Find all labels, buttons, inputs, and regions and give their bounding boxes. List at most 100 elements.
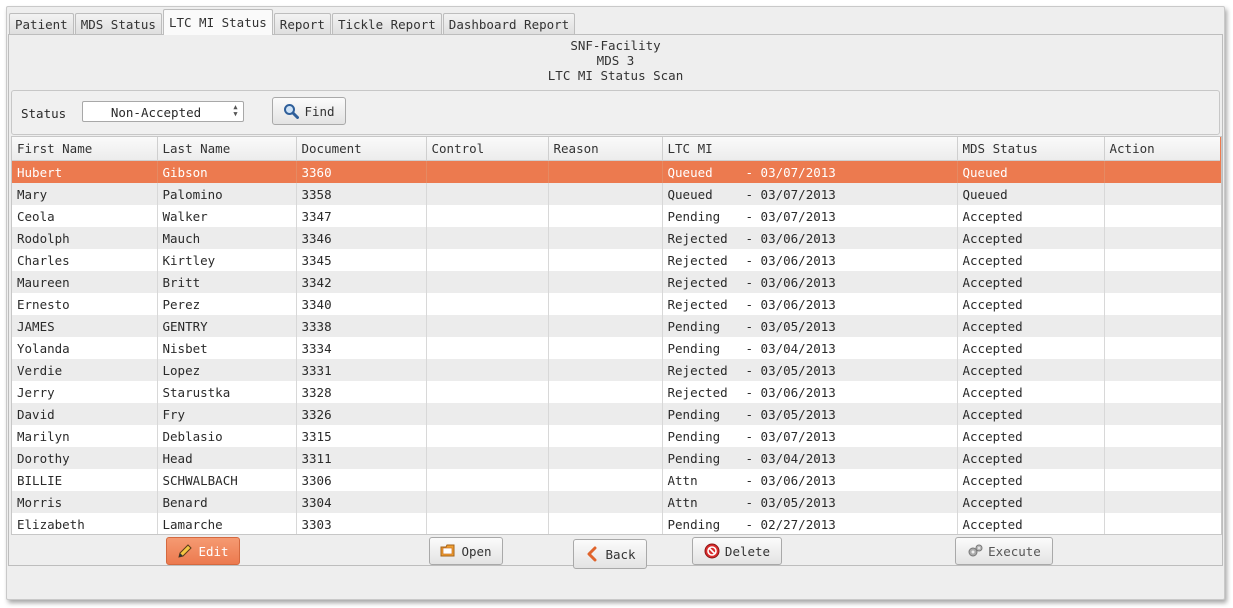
first-name-cell: Charles [12, 249, 158, 271]
action-cell [1104, 403, 1221, 425]
ltc-mi-date: - 03/07/2013 [745, 186, 836, 202]
mds-status-cell: Accepted [957, 381, 1105, 403]
table-row[interactable]: Verdie Lopez 3331 Rejected - 03/05/2013 Accep… [12, 359, 1221, 381]
ltc-mi-status: Pending [667, 340, 721, 356]
status-select[interactable]: Non-Accepted ▲ ▼ [82, 101, 244, 122]
reason-cell [548, 337, 663, 359]
column-action[interactable]: Action [1104, 137, 1221, 161]
ltc-mi-status: Pending [667, 450, 721, 466]
edit-label: Edit [198, 543, 229, 559]
table-row[interactable]: Jerry Starustka 3328 Rejected - 03/06/2013 Ac… [12, 381, 1221, 403]
mds-status-cell: Accepted [957, 491, 1105, 513]
table-row[interactable]: Yolanda Nisbet 3334 Pending - 03/04/2013 Acce… [12, 337, 1221, 359]
column-mds-status[interactable]: MDS Status [957, 137, 1105, 161]
document-cell: 3304 [296, 491, 427, 513]
no-entry-icon [704, 543, 720, 559]
find-button[interactable]: Find [272, 97, 346, 125]
table-row[interactable]: Maureen Britt 3342 Rejected - 03/06/2013 Acce… [12, 271, 1221, 293]
column-ltc-mi[interactable]: LTC MI [662, 137, 958, 161]
first-name-cell: Hubert [12, 160, 158, 183]
table-row[interactable]: David Fry 3326 Pending - 03/05/2013 Accepted [12, 403, 1221, 425]
table-row[interactable]: Charles Kirtley 3345 Rejected - 03/06/2013 Ac… [12, 249, 1221, 271]
ltc-mi-cell: Pending - 03/04/2013 [662, 447, 958, 469]
ltc-mi-date: - 03/07/2013 [745, 164, 836, 180]
edit-button[interactable]: Edit [166, 537, 240, 565]
execute-button[interactable]: Execute [955, 537, 1053, 565]
table-row[interactable]: Ernesto Perez 3340 Rejected - 03/06/2013 Acce… [12, 293, 1221, 315]
document-cell: 3331 [296, 359, 427, 381]
column-reason[interactable]: Reason [548, 137, 663, 161]
table-row[interactable]: Marilyn Deblasio 3315 Pending - 03/07/2013 Ac… [12, 425, 1221, 447]
reason-cell [548, 249, 663, 271]
control-cell [426, 491, 549, 513]
reason-cell [548, 293, 663, 315]
last-name-cell: Gibson [157, 160, 297, 183]
control-cell [426, 425, 549, 447]
column-document[interactable]: Document [296, 137, 427, 161]
delete-button[interactable]: Delete [692, 537, 782, 565]
ltc-mi-cell: Rejected - 03/05/2013 [662, 359, 958, 381]
first-name-cell: Ernesto [12, 293, 158, 315]
table-row[interactable]: Mary Palomino 3358 Queued - 03/07/2013 Queued [12, 183, 1221, 205]
status-value: Non-Accepted [110, 105, 202, 120]
tab-tickle-report[interactable]: Tickle Report [331, 13, 442, 35]
first-name-cell: Elizabeth [12, 513, 158, 534]
ltc-mi-cell: Rejected - 03/06/2013 [662, 293, 958, 315]
table-row[interactable]: Dorothy Head 3311 Pending - 03/04/2013 Accept… [12, 447, 1221, 469]
tab-mds-status[interactable]: MDS Status [74, 13, 162, 35]
ltc-mi-date: - 03/06/2013 [745, 384, 836, 400]
control-cell [426, 447, 549, 469]
reason-cell [548, 403, 663, 425]
last-name-cell: Starustka [157, 381, 297, 403]
tab-dashboard-report[interactable]: Dashboard Report [442, 13, 576, 35]
last-name-cell: Britt [157, 271, 297, 293]
mds-status-cell: Queued [957, 160, 1105, 183]
first-name-cell: Yolanda [12, 337, 158, 359]
ltc-mi-date: - 03/05/2013 [745, 406, 836, 422]
reason-cell [548, 227, 663, 249]
action-cell [1104, 337, 1221, 359]
back-label: Back [605, 546, 636, 562]
app-window: Patient MDS Status LTC MI Status Report … [6, 6, 1225, 600]
document-cell: 3334 [296, 337, 427, 359]
table-row[interactable]: BILLIE SCHWALBACH 3306 Attn - 03/06/2013 Acce… [12, 469, 1221, 491]
tab-ltc-mi-status[interactable]: LTC MI Status [162, 9, 273, 35]
ltc-mi-status: Pending [667, 428, 721, 444]
spinner-arrows-icon[interactable]: ▲ ▼ [230, 104, 241, 119]
ltc-mi-date: - 02/27/2013 [745, 516, 836, 532]
tab-patient[interactable]: Patient [9, 13, 74, 35]
back-button[interactable]: Back [573, 539, 647, 569]
table-body: Hubert Gibson 3360 Queued - 03/07/2013 Queued… [12, 160, 1221, 534]
ltc-mi-cell: Pending - 03/05/2013 [662, 403, 958, 425]
reason-cell [548, 271, 663, 293]
mds-status-cell: Accepted [957, 469, 1105, 491]
ltc-mi-status: Rejected [667, 252, 728, 268]
action-cell [1104, 513, 1221, 534]
first-name-cell: Marilyn [12, 425, 158, 447]
table-row[interactable]: Hubert Gibson 3360 Queued - 03/07/2013 Queued [12, 160, 1221, 183]
table-row[interactable]: Morris Benard 3304 Attn - 03/05/2013 Accepted [12, 491, 1221, 513]
column-control[interactable]: Control [426, 137, 549, 161]
open-button[interactable]: Open [429, 537, 503, 565]
last-name-cell: Benard [157, 491, 297, 513]
table-row[interactable]: Rodolph Mauch 3346 Rejected - 03/06/2013 Acce… [12, 227, 1221, 249]
document-cell: 3347 [296, 205, 427, 227]
ltc-mi-cell: Pending - 03/07/2013 [662, 425, 958, 447]
pencil-icon [177, 543, 193, 559]
execute-label: Execute [988, 543, 1041, 559]
reason-cell [548, 381, 663, 403]
ltc-mi-date: - 03/07/2013 [745, 428, 836, 444]
ltc-mi-status: Rejected [667, 274, 728, 290]
column-first-name[interactable]: First Name [12, 137, 158, 161]
document-cell: 3306 [296, 469, 427, 491]
action-cell [1104, 160, 1221, 183]
ltc-mi-status: Queued [667, 186, 713, 202]
column-last-name[interactable]: Last Name [157, 137, 297, 161]
table-row[interactable]: Ceola Walker 3347 Pending - 03/07/2013 Accept… [12, 205, 1221, 227]
ltc-mi-cell: Rejected - 03/06/2013 [662, 249, 958, 271]
reason-cell [548, 491, 663, 513]
table-row[interactable]: Elizabeth Lamarche 3303 Pending - 02/27/2013… [12, 513, 1221, 534]
table-row[interactable]: JAMES GENTRY 3338 Pending - 03/05/2013 Accept… [12, 315, 1221, 337]
last-name-cell: Walker [157, 205, 297, 227]
tab-report[interactable]: Report [273, 13, 331, 35]
